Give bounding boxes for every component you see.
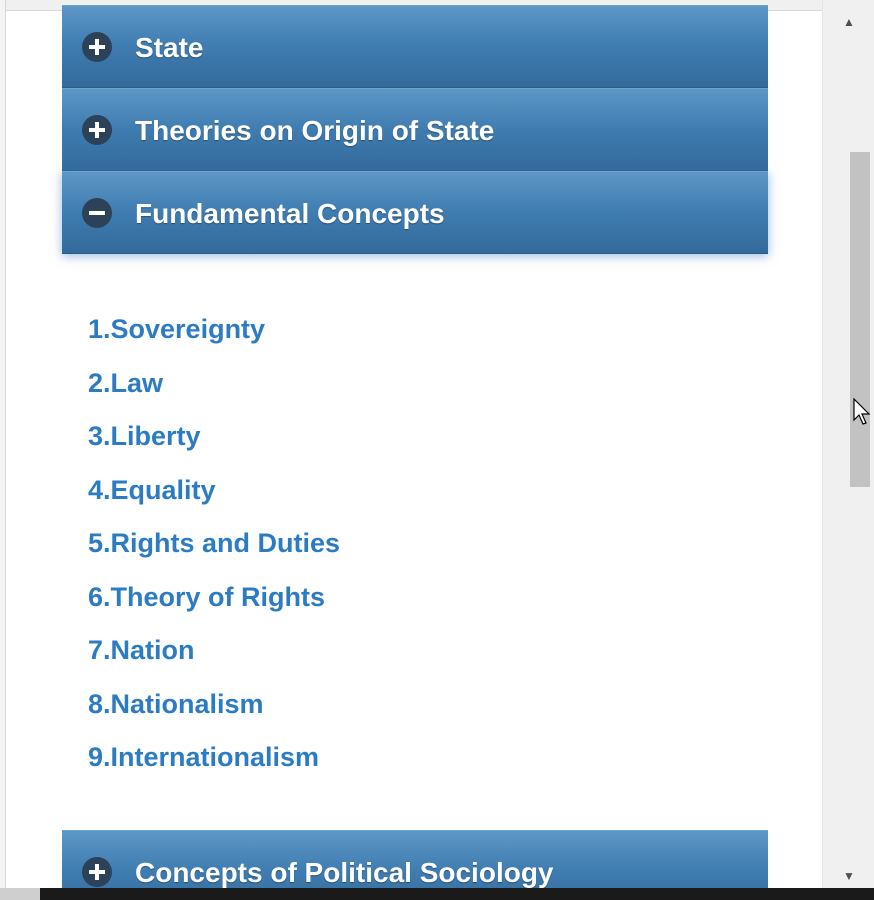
list-item: 7.Nation [88,631,340,685]
list-item: 1.Sovereignty [88,310,340,364]
scroll-down-button[interactable]: ▼ [823,864,874,888]
topic-link-theory-of-rights[interactable]: 6.Theory of Rights [88,582,325,612]
list-item: 2.Law [88,364,340,418]
topic-link-nationalism[interactable]: 8.Nationalism [88,689,264,719]
topic-link-rights-and-duties[interactable]: 5.Rights and Duties [88,528,340,558]
app-window: State Theories on Origin of State Fundam… [0,0,874,900]
panel-title: Theories on Origin of State [135,115,495,146]
vertical-scrollbar[interactable]: ▲ ▼ [822,0,874,888]
topic-link-sovereignty[interactable]: 1.Sovereignty [88,314,265,344]
window-bottom-border [0,888,874,900]
topic-link-internationalism[interactable]: 9.Internationalism [88,742,319,772]
topic-link-equality[interactable]: 4.Equality [88,475,216,505]
list-item: 4.Equality [88,471,340,525]
triangle-down-icon: ▼ [843,869,855,883]
panel-title: State [135,32,204,63]
plus-circle-icon [82,32,112,62]
scroll-up-button[interactable]: ▲ [823,10,874,34]
list-item: 5.Rights and Duties [88,524,340,578]
topic-list: 1.Sovereignty 2.Law 3.Liberty 4.Equality… [88,310,340,792]
panel-header-fundamental-concepts[interactable]: Fundamental Concepts [62,171,768,254]
triangle-up-icon: ▲ [843,15,855,29]
plus-circle-icon [82,857,112,887]
topic-link-law[interactable]: 2.Law [88,368,163,398]
list-item: 9.Internationalism [88,738,340,792]
list-item: 8.Nationalism [88,685,340,739]
panel-title: Fundamental Concepts [135,198,445,229]
window-left-border [0,0,6,888]
mouse-pointer-icon [853,398,871,425]
scroll-thumb[interactable] [850,152,870,487]
list-item: 3.Liberty [88,417,340,471]
panel-header-theories-on-origin-of-state[interactable]: Theories on Origin of State [62,88,768,171]
plus-circle-icon [82,115,112,145]
topic-link-liberty[interactable]: 3.Liberty [88,421,201,451]
list-item: 6.Theory of Rights [88,578,340,632]
panel-header-state[interactable]: State [62,5,768,88]
minus-circle-icon [82,198,112,228]
topic-link-nation[interactable]: 7.Nation [88,635,195,665]
